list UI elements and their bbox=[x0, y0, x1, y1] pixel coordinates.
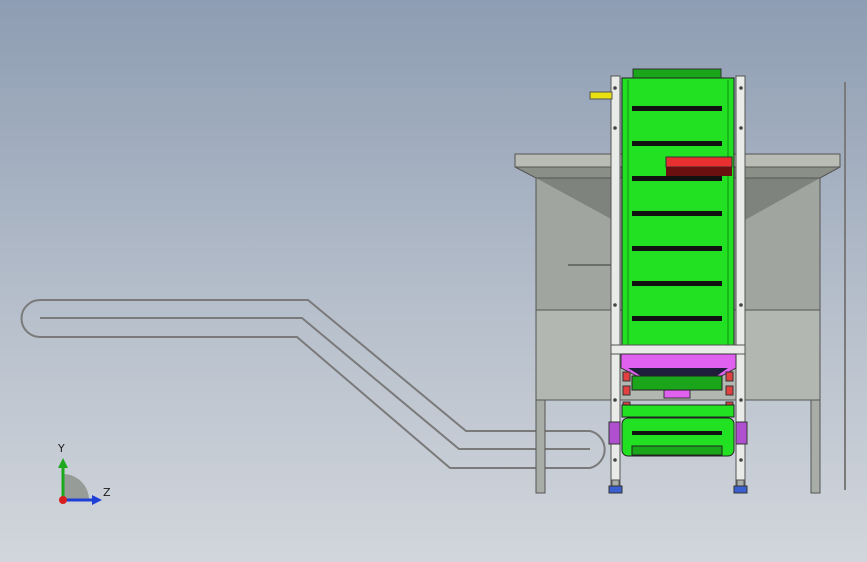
coordinate-triad[interactable] bbox=[58, 458, 102, 505]
y-axis-arrow-icon bbox=[58, 458, 68, 468]
bearing-right bbox=[735, 421, 748, 445]
graphics-viewport[interactable]: Y Z bbox=[0, 0, 867, 562]
z-axis-label: Z bbox=[103, 486, 111, 499]
cad-scene[interactable] bbox=[0, 0, 867, 562]
conveyor-belt[interactable] bbox=[621, 77, 735, 357]
conveyor-crossbar bbox=[610, 344, 746, 355]
bearing-left bbox=[608, 421, 621, 445]
conveyor-head-cap bbox=[632, 68, 722, 79]
serpentine-path-sketch[interactable] bbox=[20, 299, 606, 469]
red-guard-shade bbox=[666, 167, 732, 176]
tank-leg-left bbox=[535, 399, 546, 494]
lower-belt-bottom bbox=[631, 445, 723, 456]
drive-handle[interactable] bbox=[589, 91, 613, 100]
red-guard-block bbox=[665, 156, 733, 168]
lower-belt-cleat bbox=[632, 431, 722, 435]
z-axis-arrow-icon bbox=[92, 495, 102, 505]
y-axis-label: Y bbox=[58, 442, 65, 455]
leveling-feet bbox=[608, 479, 748, 494]
lower-belt-upper bbox=[631, 375, 723, 391]
triad-plane-icon bbox=[63, 474, 89, 500]
lower-belt-band bbox=[621, 404, 735, 418]
x-axis-dot-icon bbox=[59, 496, 67, 504]
tank-leg-right bbox=[810, 399, 821, 494]
incline-conveyor[interactable] bbox=[589, 68, 748, 494]
